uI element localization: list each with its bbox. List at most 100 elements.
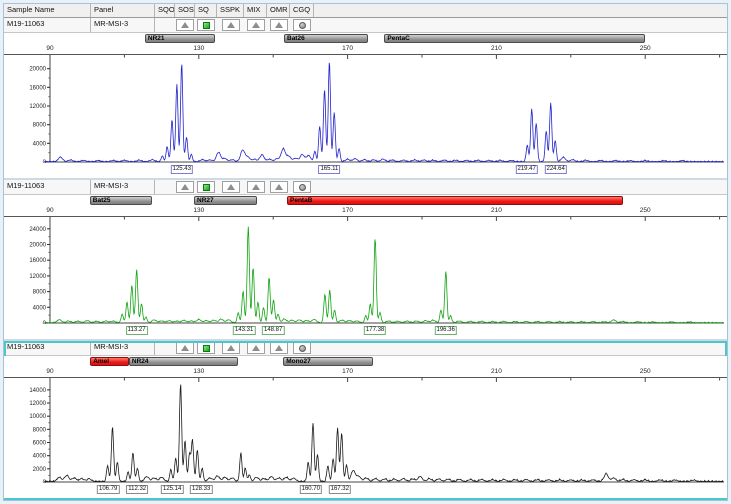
sample-row-filler [314, 18, 727, 32]
sspk-flag-box[interactable] [222, 181, 240, 193]
omr-flag-cell[interactable] [267, 18, 290, 32]
warning-triangle-icon [252, 345, 260, 351]
sspk-flag-box[interactable] [222, 19, 240, 31]
column-sspk[interactable]: SSPK [217, 4, 244, 17]
peak-size-label[interactable]: 196.36 [435, 326, 457, 335]
cgq-flag-box[interactable] [293, 342, 311, 354]
sos-flag-box[interactable] [176, 342, 194, 354]
mix-flag-cell[interactable] [244, 180, 267, 194]
y-axis-tick-label: 16000 [29, 85, 46, 91]
x-axis-tick-label: 170 [342, 207, 353, 214]
column-sos[interactable]: SOS [175, 4, 195, 17]
sspk-flag-cell[interactable] [217, 180, 244, 194]
cgq-flag-cell[interactable] [290, 180, 314, 194]
peak-size-label[interactable]: 143.31 [233, 326, 255, 335]
marker-bar-nr27[interactable]: NR27 [194, 196, 257, 205]
column-cgq[interactable]: CGQ [290, 4, 314, 17]
peak-size-label[interactable]: 125.43 [171, 165, 193, 174]
sq-flag-cell[interactable] [195, 180, 217, 194]
peak-size-label[interactable]: 112.32 [126, 485, 148, 494]
y-axis-tick-label: 4000 [33, 454, 47, 460]
sos-flag-box[interactable] [176, 181, 194, 193]
cgq-flag-cell[interactable] [290, 341, 314, 355]
mix-flag-box[interactable] [247, 342, 265, 354]
electropherogram-plot-2[interactable]: 24000200001600012000800040000 [4, 217, 727, 324]
marker-bar-bat25[interactable]: Bat25 [90, 196, 153, 205]
electropherogram-plot-1[interactable]: 200001600012000800040000 [4, 55, 727, 163]
mix-flag-box[interactable] [247, 181, 265, 193]
electropherogram-trace [44, 227, 723, 323]
electropherogram-plot-3[interactable]: 14000120001000080006000400020000 [4, 378, 727, 483]
cgq-flag-box[interactable] [293, 181, 311, 193]
trace-svg: 200001600012000800040000 [4, 55, 726, 163]
sample-row[interactable]: M19-11063MR-MSI-3 [4, 341, 727, 356]
marker-bar-amel[interactable]: Amel [90, 357, 129, 366]
quality-circle-icon [299, 22, 306, 29]
column-sq[interactable]: SQ [195, 4, 217, 17]
cgq-flag-cell[interactable] [290, 18, 314, 32]
marker-label: NR21 [148, 35, 165, 42]
peak-size-label[interactable]: 148.87 [262, 326, 284, 335]
peak-label-row: 113.27 143.31 148.87 177.38 196.36 [4, 324, 727, 339]
sq-flag-cell[interactable] [195, 18, 217, 32]
omr-flag-box[interactable] [270, 342, 288, 354]
sspk-flag-box[interactable] [222, 342, 240, 354]
sqo-flag-cell[interactable] [155, 341, 175, 355]
peak-size-label[interactable]: 167.32 [329, 485, 351, 494]
sos-flag-cell[interactable] [175, 341, 195, 355]
x-axis: 90130170210250 [4, 44, 727, 55]
peak-size-label[interactable]: 113.27 [126, 326, 148, 335]
sos-flag-cell[interactable] [175, 180, 195, 194]
y-axis-tick-label: 4000 [33, 305, 47, 311]
sspk-flag-cell[interactable] [217, 341, 244, 355]
mix-flag-cell[interactable] [244, 18, 267, 32]
sqo-flag-cell[interactable] [155, 18, 175, 32]
peak-size-label[interactable]: 125.14 [161, 485, 183, 494]
sqo-flag-cell[interactable] [155, 180, 175, 194]
omr-flag-cell[interactable] [267, 341, 290, 355]
y-axis-tick-label: 12000 [29, 274, 46, 280]
panel-name: MR-MSI-3 [91, 341, 155, 355]
sq-flag-cell[interactable] [195, 341, 217, 355]
omr-flag-box[interactable] [270, 181, 288, 193]
peak-size-label[interactable]: 177.38 [364, 326, 386, 335]
sq-flag-box[interactable] [197, 342, 215, 354]
sample-row[interactable]: M19-11063MR-MSI-3 [4, 18, 727, 33]
marker-bar-pentac[interactable]: PentaC [384, 34, 645, 43]
column-mix[interactable]: MIX [244, 4, 267, 17]
sq-flag-box[interactable] [197, 19, 215, 31]
sos-flag-box[interactable] [176, 19, 194, 31]
marker-bar-nr24[interactable]: NR24 [129, 357, 238, 366]
sos-flag-cell[interactable] [175, 18, 195, 32]
mix-flag-cell[interactable] [244, 341, 267, 355]
warning-triangle-icon [275, 345, 283, 351]
x-axis-tick-label: 210 [491, 368, 502, 375]
marker-bar-mono27[interactable]: Mono27 [283, 357, 373, 366]
column-sqo[interactable]: SQO [155, 4, 175, 17]
trace-svg: 14000120001000080006000400020000 [4, 378, 726, 483]
omr-flag-cell[interactable] [267, 180, 290, 194]
x-axis-tick-label: 250 [640, 207, 651, 214]
mix-flag-box[interactable] [247, 19, 265, 31]
sample-name: M19-11063 [4, 341, 91, 355]
cgq-flag-box[interactable] [293, 19, 311, 31]
sample-row[interactable]: M19-11063MR-MSI-3 [4, 180, 727, 195]
column-sample-name[interactable]: Sample Name [4, 4, 91, 17]
column-omr[interactable]: OMR [267, 4, 290, 17]
peak-size-label[interactable]: 128.33 [190, 485, 212, 494]
peak-size-label[interactable]: 219.47 [516, 165, 538, 174]
column-panel[interactable]: Panel [91, 4, 155, 17]
y-axis-tick-label: 8000 [33, 427, 47, 433]
sq-flag-box[interactable] [197, 181, 215, 193]
warning-triangle-icon [252, 22, 260, 28]
sspk-flag-cell[interactable] [217, 18, 244, 32]
peak-size-label[interactable]: 165.11 [318, 165, 340, 174]
omr-flag-box[interactable] [270, 19, 288, 31]
marker-bar-nr21[interactable]: NR21 [145, 34, 215, 43]
marker-bar-pentab[interactable]: PentaB [287, 196, 623, 205]
peak-size-label[interactable]: 106.79 [97, 485, 119, 494]
marker-bar-bat26[interactable]: Bat26 [284, 34, 368, 43]
peak-size-label[interactable]: 160.70 [300, 485, 322, 494]
marker-row: AmelNR24 Mono27 [4, 356, 727, 367]
peak-size-label[interactable]: 224.64 [545, 165, 567, 174]
